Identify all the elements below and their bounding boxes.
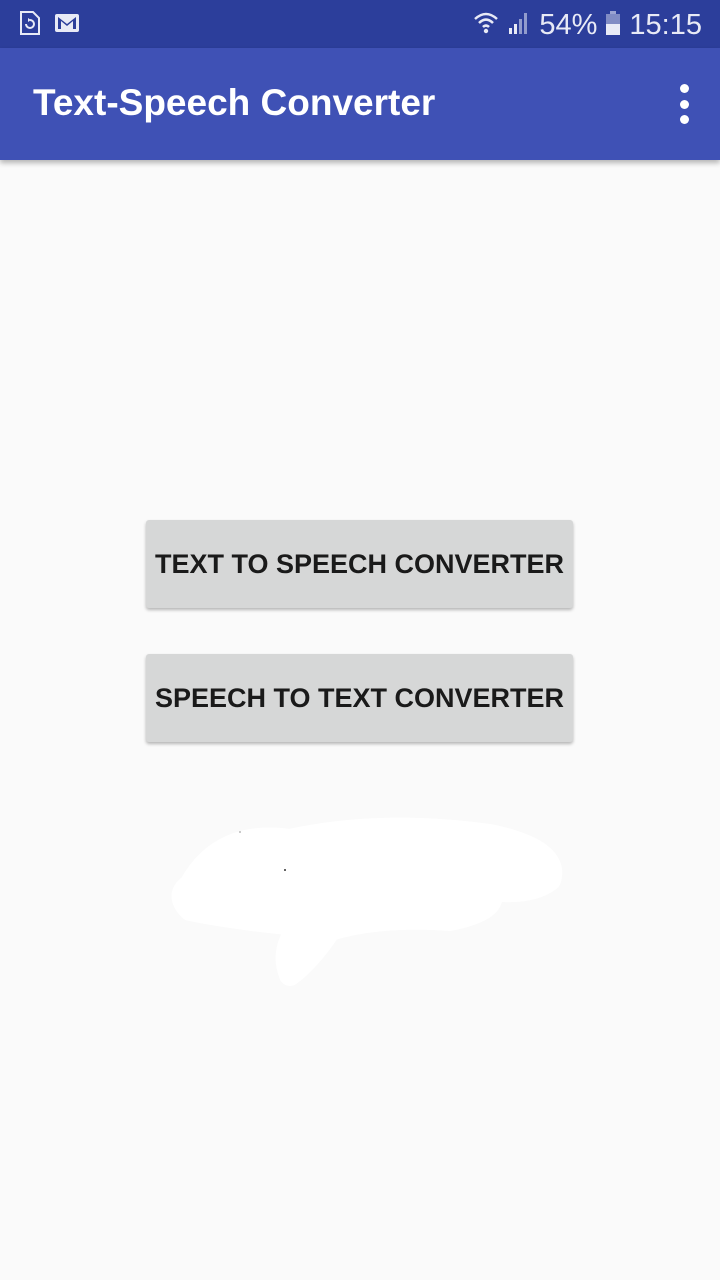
app-bar: Text-Speech Converter xyxy=(0,48,720,160)
text-to-speech-label: TEXT TO SPEECH CONVERTER xyxy=(154,548,565,579)
battery-icon xyxy=(605,10,621,41)
app-title: Text-Speech Converter xyxy=(33,82,436,123)
speech-to-text-button[interactable]: SPEECH TO TEXT CONVERTER xyxy=(146,654,573,742)
redaction-scribble xyxy=(171,817,563,986)
signal-icon xyxy=(507,10,531,41)
overflow-dot xyxy=(679,115,689,124)
status-notifications xyxy=(18,10,80,41)
status-system: 54% 15:15 xyxy=(473,8,702,42)
speech-to-text-label: SPEECH TO TEXT CONVERTER xyxy=(154,682,565,713)
status-time: 15:15 xyxy=(629,8,702,41)
main-content: TEXT TO SPEECH CONVERTER SPEECH TO TEXT … xyxy=(0,160,720,1280)
overflow-dot xyxy=(679,84,689,93)
overflow-menu-icon[interactable] xyxy=(672,84,696,124)
status-bar: 54% 15:15 xyxy=(0,0,720,48)
screenshot-notification-icon xyxy=(18,10,42,41)
wifi-icon xyxy=(473,10,499,41)
gmail-icon xyxy=(54,13,80,38)
overflow-dot xyxy=(679,99,689,109)
text-to-speech-button[interactable]: TEXT TO SPEECH CONVERTER xyxy=(146,520,573,608)
battery-percent: 54% xyxy=(539,8,598,41)
